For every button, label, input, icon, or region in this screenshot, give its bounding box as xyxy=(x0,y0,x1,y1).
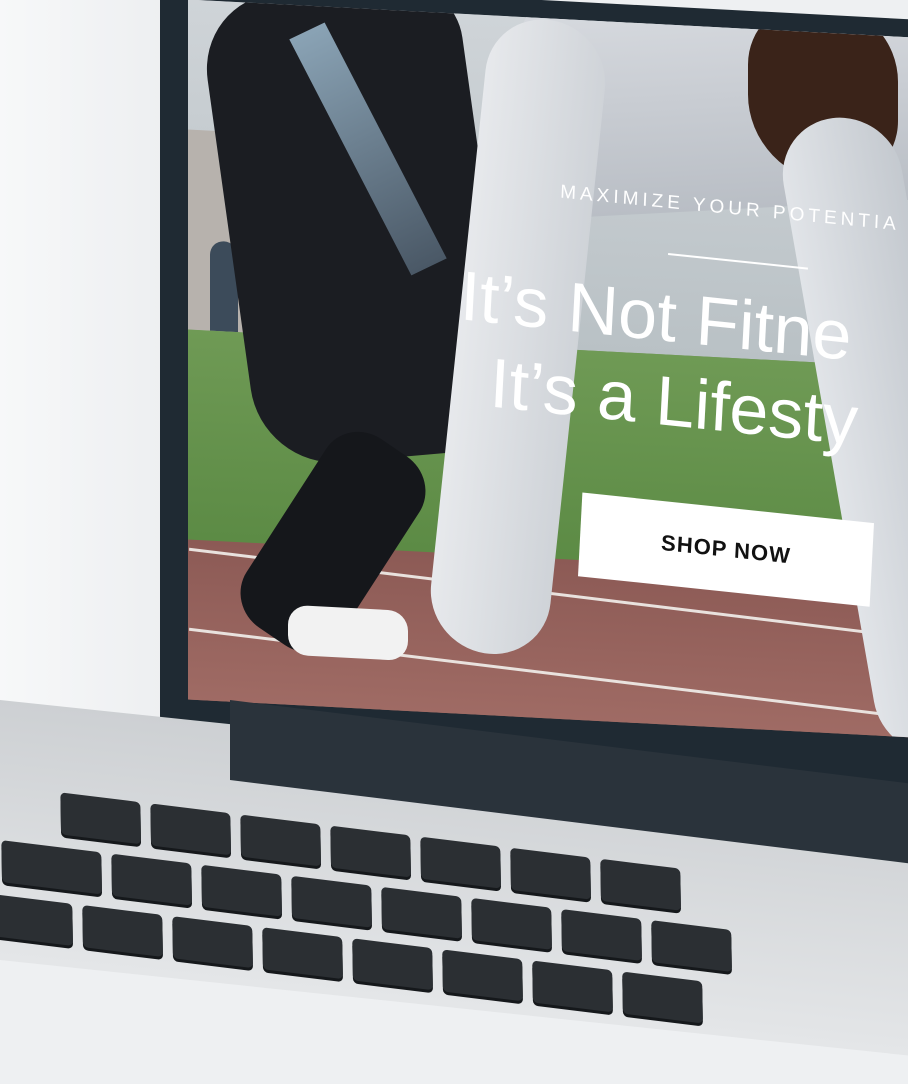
keyboard-key[interactable] xyxy=(381,886,462,939)
keyboard-key[interactable] xyxy=(651,920,732,973)
keyboard-key[interactable] xyxy=(622,971,703,1024)
keyboard-key[interactable] xyxy=(172,916,253,969)
keyboard-key[interactable] xyxy=(262,927,343,980)
keyboard-key[interactable] xyxy=(240,814,322,867)
keyboard-key[interactable] xyxy=(82,905,163,958)
keyboard-key[interactable] xyxy=(420,836,501,889)
laptop-screen: MAXIMIZE YOUR POTENTIA It’s Not Fitne It… xyxy=(188,0,908,740)
keyboard-key[interactable] xyxy=(60,792,142,845)
keyboard-key[interactable] xyxy=(510,847,591,900)
keyboard-key[interactable] xyxy=(150,803,232,856)
athlete-shoe-image xyxy=(288,604,408,661)
keyboard-key[interactable] xyxy=(600,858,681,911)
keyboard-key[interactable] xyxy=(201,864,282,917)
keyboard-key[interactable] xyxy=(352,938,433,991)
keyboard-key[interactable] xyxy=(1,840,103,895)
keyboard-key[interactable] xyxy=(291,875,372,928)
keyboard-key[interactable] xyxy=(442,949,523,1002)
keyboard-key[interactable] xyxy=(532,960,613,1013)
keyboard-key[interactable] xyxy=(111,853,193,906)
keyboard-key[interactable] xyxy=(330,825,412,878)
keyboard-key[interactable] xyxy=(0,890,73,946)
laptop-lid: MAXIMIZE YOUR POTENTIA It’s Not Fitne It… xyxy=(160,0,908,801)
keyboard-key[interactable] xyxy=(471,897,552,950)
keyboard-key[interactable] xyxy=(561,909,642,961)
